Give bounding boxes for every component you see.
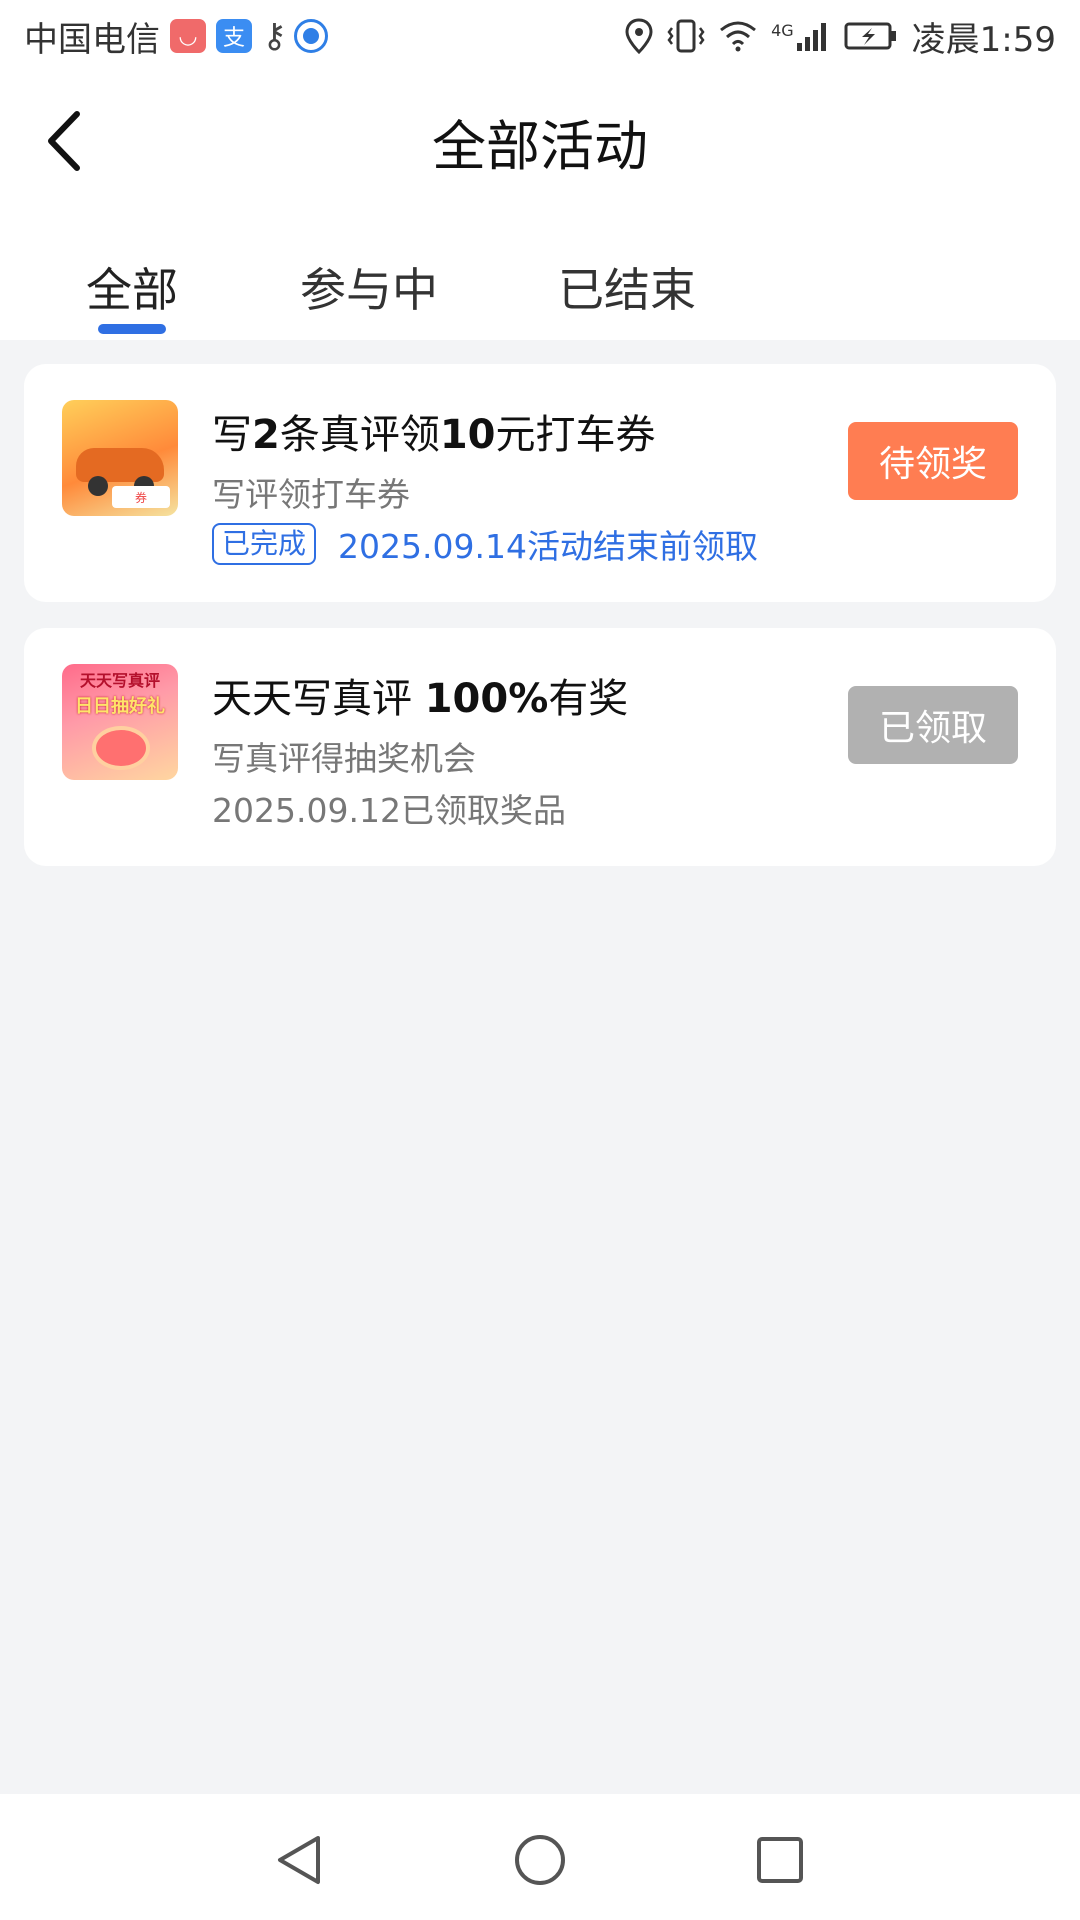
coupon-ticket: 券 — [112, 486, 170, 508]
tab-ended[interactable]: 已结束 — [558, 252, 696, 322]
deadline-text: 2025.09.14活动结束前领取 — [338, 527, 758, 566]
thumbnail-text: 天天写真评 — [79, 671, 160, 690]
title-part: 写 — [212, 412, 252, 458]
title-number: 2 — [252, 412, 280, 458]
claimed-button[interactable]: 已领取 — [848, 686, 1018, 764]
title-part: 条真评领 — [279, 412, 440, 458]
active-tab-indicator — [98, 324, 166, 334]
status-left: 中国电信 ◡ 支 ⚷ — [24, 12, 328, 61]
activity-meta: 2025.09.12已领取奖品 — [212, 784, 566, 832]
location-icon — [625, 18, 653, 54]
network-type: 4G — [771, 21, 794, 40]
activity-thumbnail-lottery: 天天写真评 日日抽好礼 — [62, 664, 178, 780]
wifi-icon — [720, 21, 757, 52]
claimed-date-text: 2025.09.12已领取奖品 — [212, 791, 566, 830]
clock: 凌晨1:59 — [911, 19, 1056, 60]
thumbnail-text: 日日抽好礼 — [75, 696, 165, 717]
lottery-plate — [92, 726, 150, 770]
title-number: 100% — [424, 676, 549, 722]
page: 中国电信 ◡ 支 ⚷ 4G 凌晨1:59 全部活动 全部 参与中 已结束 券 写… — [0, 0, 1080, 1920]
nav-recent-apps-icon[interactable] — [750, 1830, 810, 1890]
activity-subtitle: 写真评得抽奖机会 — [212, 739, 476, 778]
tab-participating[interactable]: 参与中 — [300, 252, 438, 322]
key-icon: ⚷ — [262, 16, 287, 56]
signal-icon — [796, 23, 826, 51]
tab-bar: 全部 参与中 已结束 — [0, 212, 1080, 340]
alipay-app-icon: 支 — [216, 19, 252, 53]
title-number: 10 — [439, 412, 496, 458]
app-notification-icon — [293, 19, 328, 53]
activity-thumbnail-car: 券 — [62, 400, 178, 516]
page-title: 全部活动 — [432, 115, 648, 178]
activity-subtitle: 写评领打车券 — [212, 475, 410, 514]
title-part: 有奖 — [548, 676, 629, 722]
nav-back-icon[interactable] — [270, 1830, 330, 1890]
signal-indicator: 4G — [771, 21, 830, 51]
nav-home-icon[interactable] — [510, 1830, 570, 1890]
huawei-app-icon: ◡ — [170, 19, 206, 53]
carrier-name: 中国电信 — [24, 19, 160, 60]
activity-title: 天天写真评 100%有奖 — [212, 666, 628, 724]
system-nav-bar — [0, 1794, 1080, 1920]
status-right: 4G 凌晨1:59 — [625, 12, 1056, 61]
activity-title: 写2条真评领10元打车券 — [212, 402, 656, 460]
status-badge: 已完成 — [212, 523, 317, 565]
header: 全部活动 — [0, 72, 1080, 212]
activity-card[interactable]: 天天写真评 日日抽好礼 天天写真评 100%有奖 写真评得抽奖机会 2025.0… — [24, 628, 1056, 866]
activity-card[interactable]: 券 写2条真评领10元打车券 写评领打车券 已完成 2025.09.14活动结束… — [24, 364, 1056, 602]
status-bar: 中国电信 ◡ 支 ⚷ 4G 凌晨1:59 — [0, 0, 1080, 72]
activity-meta: 已完成 2025.09.14活动结束前领取 — [212, 520, 758, 568]
car-wheel — [88, 476, 108, 496]
title-part: 元打车券 — [495, 412, 656, 458]
claim-reward-button[interactable]: 待领奖 — [848, 422, 1018, 500]
title-part: 天天写真评 — [212, 676, 425, 722]
tab-all[interactable]: 全部 — [86, 252, 178, 322]
vibrate-icon — [667, 19, 705, 53]
car-shape — [76, 448, 164, 482]
battery-icon — [844, 22, 896, 50]
